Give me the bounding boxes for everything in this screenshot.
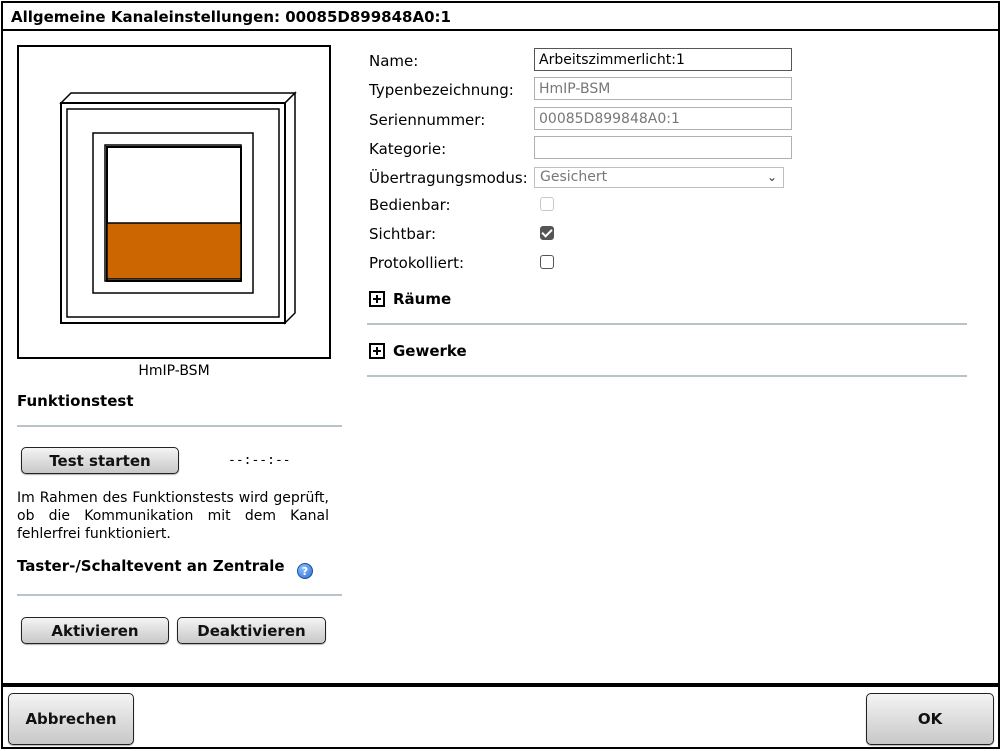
serial-input — [534, 107, 792, 130]
operable-checkbox — [540, 197, 554, 211]
test-time: --:--:-- — [228, 453, 291, 468]
dialog-footer: Abbrechen OK — [3, 683, 998, 747]
dialog-content: HmIP-BSM Funktionstest Test starten --:-… — [3, 31, 998, 683]
visible-checkbox[interactable] — [540, 226, 554, 240]
operable-label: Bedienbar: — [369, 196, 451, 214]
name-input[interactable] — [534, 48, 792, 71]
logged-checkbox[interactable] — [540, 255, 554, 269]
plus-icon — [369, 343, 385, 359]
divider — [367, 323, 967, 325]
trades-label: Gewerke — [393, 342, 467, 360]
name-label: Name: — [369, 52, 419, 70]
divider — [367, 375, 967, 377]
event-title: Taster-/Schaltevent an Zentrale — [17, 557, 285, 575]
cancel-button[interactable]: Abbrechen — [8, 693, 134, 745]
logged-label: Protokolliert: — [369, 254, 465, 272]
plus-icon — [369, 291, 385, 307]
channel-settings-dialog: Allgemeine Kanaleinstellungen: 00085D899… — [1, 1, 1000, 749]
activate-button[interactable]: Aktivieren — [21, 617, 169, 644]
mode-select[interactable]: Gesichert ⌄ — [534, 167, 784, 188]
rooms-label: Räume — [393, 290, 452, 308]
chevron-down-icon: ⌄ — [766, 170, 777, 184]
rooms-expander[interactable]: Räume — [369, 290, 451, 308]
category-label: Kategorie: — [369, 140, 447, 158]
hmip-bsm-switch-illustration — [59, 91, 297, 325]
serial-label: Seriennummer: — [369, 111, 486, 129]
start-test-button[interactable]: Test starten — [21, 447, 179, 474]
mode-select-value: Gesichert — [540, 169, 608, 185]
category-input[interactable] — [534, 136, 792, 159]
visible-label: Sichtbar: — [369, 225, 436, 243]
divider — [17, 594, 342, 596]
mode-label: Übertragungsmodus: — [369, 169, 528, 187]
help-icon[interactable]: ? — [297, 563, 313, 579]
device-label: HmIP-BSM — [138, 363, 210, 379]
deactivate-button[interactable]: Deaktivieren — [177, 617, 326, 644]
function-test-title: Funktionstest — [17, 392, 134, 410]
dialog-title: Allgemeine Kanaleinstellungen: 00085D899… — [3, 3, 998, 31]
ok-button[interactable]: OK — [866, 693, 994, 745]
device-image — [17, 45, 331, 359]
type-label: Typenbezeichnung: — [369, 81, 514, 99]
function-test-description: Im Rahmen des Funktionstests wird geprüf… — [17, 490, 329, 542]
type-input — [534, 77, 792, 100]
trades-expander[interactable]: Gewerke — [369, 342, 467, 360]
divider — [17, 425, 342, 427]
